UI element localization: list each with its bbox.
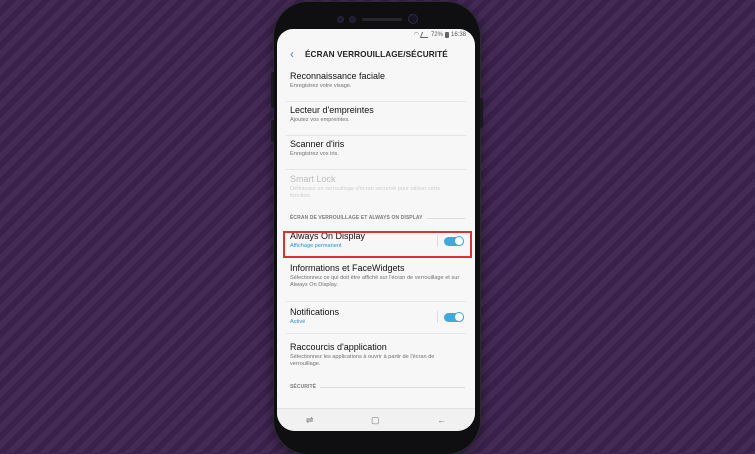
toggle-area [437,234,464,248]
item-sub: Définissez un verrouillage d'écran sécur… [290,186,441,199]
settings-item-info-facewidgets[interactable]: Informations et FaceWidgets Sélectionnez… [286,263,466,302]
earpiece-speaker [361,17,402,21]
settings-list[interactable]: Reconnaissance faciale Enregistrez votre… [277,65,475,409]
recent-apps-icon[interactable]: ⇌ [306,415,314,426]
navigation-bar: ⇌ ▢ ← [277,408,475,431]
wifi-icon: ◠ [413,32,419,38]
section-divider [426,217,465,219]
chevron-left-icon[interactable]: ‹ [285,47,299,61]
item-sub: Sélectionnez les applications à ouvrir à… [290,354,435,367]
settings-item-always-on-display[interactable]: Always On Display Affichage permanent [286,231,466,258]
divider [437,235,438,247]
item-label: Scanner d'iris [290,139,345,149]
toggle-knob [454,235,464,246]
aod-toggle[interactable] [444,235,464,246]
power-button [480,98,483,128]
clock: 16:38 [450,31,466,38]
item-label: Raccourcis d'application [290,342,387,352]
item-sub: Ajoutez vos empreintes. [290,117,350,123]
front-camera-icon [408,15,417,23]
proximity-sensor-icon [337,16,343,22]
section-divider [320,386,465,388]
settings-item-fingerprint[interactable]: Lecteur d'empreintes Ajoutez vos emprein… [286,105,466,136]
phone-screen: ◠ 72% 16:38 ‹ ÉCRAN VERROUILLAGE/SÉCURIT… [277,29,475,431]
phone-frame: ◠ 72% 16:38 ‹ ÉCRAN VERROUILLAGE/SÉCURIT… [271,2,483,454]
settings-item-face-recognition[interactable]: Reconnaissance faciale Enregistrez votre… [286,71,466,102]
item-label: Reconnaissance faciale [290,71,386,81]
volume-button [271,72,274,108]
toggle-area [437,310,464,324]
settings-item-app-shortcuts[interactable]: Raccourcis d'application Sélectionnez le… [286,342,466,380]
section-label: ÉCRAN DE VERROUILLAGE ET ALWAYS ON DISPL… [290,215,423,221]
settings-item-notifications[interactable]: Notifications Activé [286,307,466,334]
status-bar: ◠ 72% 16:38 [414,31,466,38]
notifications-toggle[interactable] [444,311,464,322]
signal-icon [419,31,431,38]
item-label: Smart Lock [290,174,336,184]
section-header-security: SÉCURITÉ [290,384,465,390]
iris-sensor-icon [349,16,355,22]
item-sub: Sélectionnez ce qui doit être affiché su… [290,275,460,288]
section-header-lockscreen: ÉCRAN DE VERROUILLAGE ET ALWAYS ON DISPL… [290,215,465,221]
section-label: SÉCURITÉ [290,384,317,390]
toggle-knob [454,311,464,322]
phone-top-sensors [274,12,480,26]
page-title: ÉCRAN VERROUILLAGE/SÉCURITÉ [305,49,448,59]
settings-item-smart-lock: Smart Lock Définissez un verrouillage d'… [286,174,451,208]
item-label: Lecteur d'empreintes [290,105,374,115]
divider [437,311,438,323]
home-icon[interactable]: ▢ [371,415,380,426]
item-label: Informations et FaceWidgets [290,263,405,273]
bixby-button [271,120,274,142]
battery-icon [444,31,449,38]
back-icon[interactable]: ← [437,415,446,425]
settings-item-iris[interactable]: Scanner d'iris Enregistrez vos iris. [286,139,466,170]
battery-percent: 72% [430,31,443,38]
item-sub: Enregistrez vos iris. [290,151,339,157]
item-sub: Enregistrez votre visage. [290,83,352,89]
app-header: ‹ ÉCRAN VERROUILLAGE/SÉCURITÉ [277,43,475,65]
